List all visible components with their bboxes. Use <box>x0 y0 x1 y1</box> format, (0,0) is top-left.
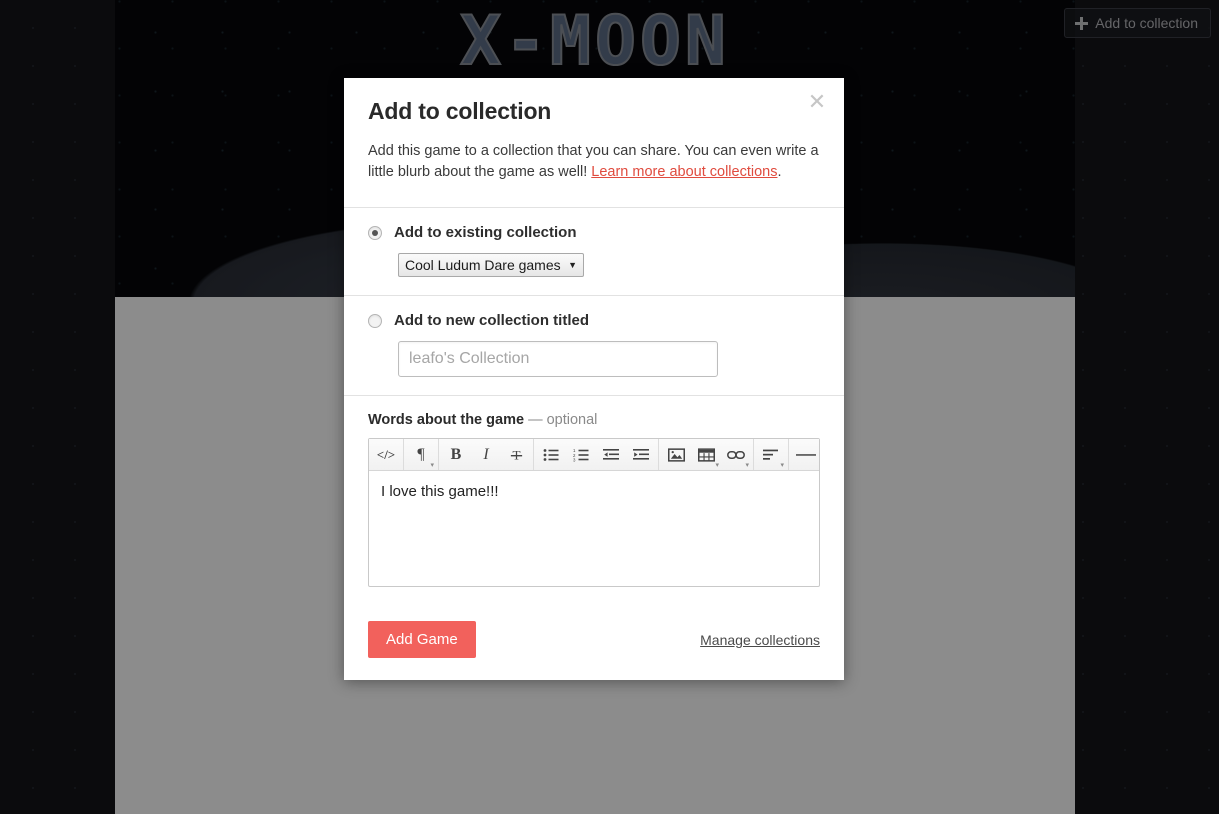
toolbar-group-source: </> <box>369 439 404 471</box>
words-label-optional: — optional <box>528 412 598 429</box>
bold-icon[interactable]: B <box>441 439 471 470</box>
paragraph-format-icon[interactable]: ¶ <box>406 439 436 470</box>
ordered-list-icon[interactable]: 1 2 3 <box>566 439 596 470</box>
modal-header: ✕ Add to collection Add this game to a c… <box>344 78 844 207</box>
insert-table-icon[interactable] <box>691 439 721 470</box>
toolbar-group-align <box>754 439 789 471</box>
toolbar-group-inline: B I T <box>439 439 534 471</box>
toolbar-group-paragraph: ¶ <box>404 439 439 471</box>
modal-intro: Add this game to a collection that you c… <box>368 141 820 207</box>
rich-text-editor[interactable]: </> ¶ B I T <box>368 438 820 588</box>
toolbar-group-lists: 1 2 3 <box>534 439 659 471</box>
new-collection-label: Add to new collection titled <box>394 312 589 330</box>
editor-content[interactable]: I love this game!!! <box>369 471 819 586</box>
svg-text:3: 3 <box>573 457 576 462</box>
italic-icon[interactable]: I <box>471 439 501 470</box>
horizontal-rule-icon[interactable] <box>791 439 821 470</box>
modal-intro-period: . <box>777 164 782 181</box>
outdent-icon[interactable] <box>596 439 626 470</box>
chevron-down-icon: Cool Ludum Dare games <box>398 253 584 278</box>
radio-existing-collection[interactable] <box>368 225 382 240</box>
modal-title: Add to collection <box>368 98 552 124</box>
insert-image-icon[interactable] <box>661 439 691 470</box>
add-to-collection-modal: ✕ Add to collection Add this game to a c… <box>344 78 844 681</box>
add-game-button[interactable]: Add Game <box>368 621 476 659</box>
existing-collection-section: Add to existing collection Cool Ludum Da… <box>344 207 844 295</box>
source-code-icon[interactable]: </> <box>371 439 401 470</box>
words-label-text: Words about the game <box>368 412 525 429</box>
manage-collections-link[interactable]: Manage collections <box>700 632 820 648</box>
learn-more-link[interactable]: Learn more about collections <box>591 164 777 180</box>
insert-link-icon[interactable] <box>721 439 751 470</box>
new-collection-title-input[interactable] <box>398 341 718 378</box>
indent-icon[interactable] <box>626 439 656 470</box>
words-about-game-section: Words about the game — optional </> ¶ B … <box>344 395 844 605</box>
collection-select[interactable]: Cool Ludum Dare games <box>398 253 584 278</box>
align-icon[interactable] <box>756 439 786 470</box>
unordered-list-icon[interactable] <box>536 439 566 470</box>
page-root: X-MOON leafo Take to your tank and colle… <box>0 0 1219 814</box>
close-icon[interactable]: ✕ <box>806 92 828 114</box>
new-collection-section: Add to new collection titled <box>344 295 844 395</box>
editor-toolbar: </> ¶ B I T <box>369 439 819 472</box>
strikethrough-icon[interactable]: T <box>501 439 531 470</box>
words-about-game-label: Words about the game — optional <box>368 412 820 428</box>
existing-collection-label: Add to existing collection <box>394 224 577 242</box>
toolbar-group-insert <box>659 439 754 471</box>
toolbar-group-rule <box>789 439 823 470</box>
radio-new-collection[interactable] <box>368 313 382 328</box>
modal-footer: Add Game Manage collections <box>344 605 844 680</box>
